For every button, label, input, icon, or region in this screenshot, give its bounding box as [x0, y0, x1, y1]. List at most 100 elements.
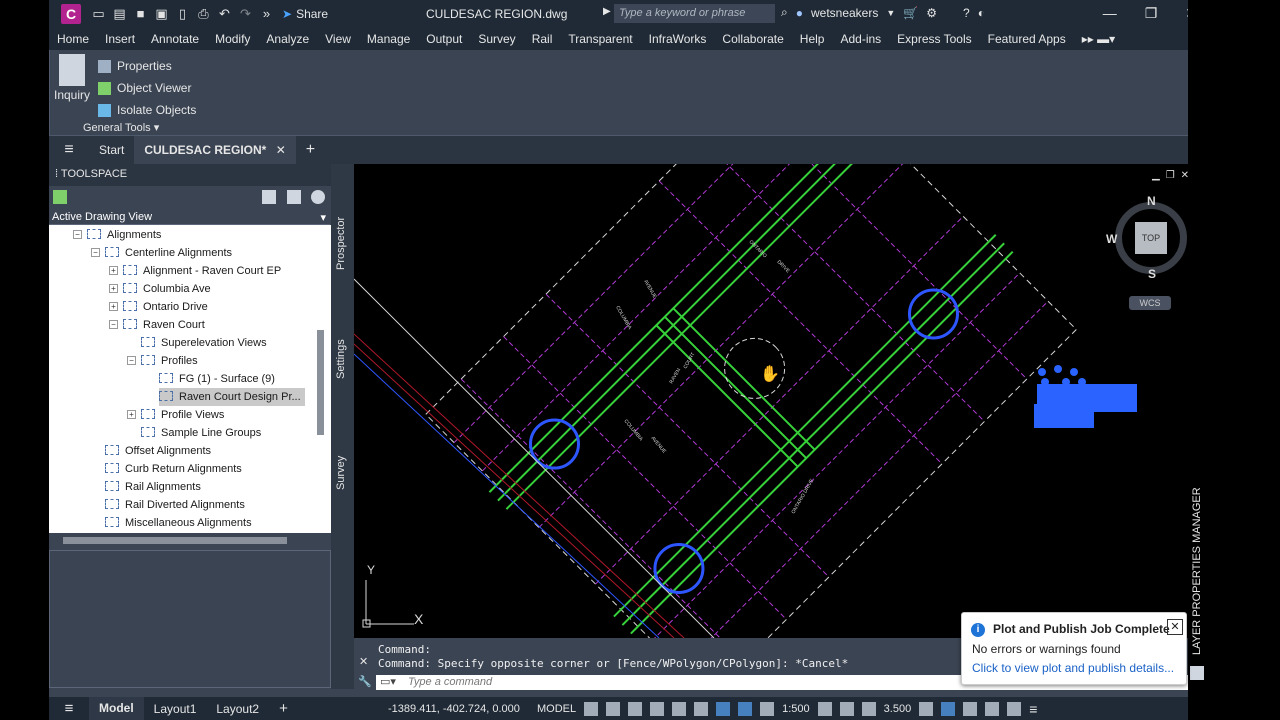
ribbon-overflow-icon[interactable]: ▸▸ ▬▾ — [1074, 32, 1123, 46]
toolspace-list-icon[interactable] — [287, 190, 301, 204]
app-logo[interactable]: C — [61, 3, 81, 24]
tree-horizontal-scrollbar[interactable] — [63, 537, 287, 544]
ribbon-tab[interactable]: Annotate — [143, 32, 207, 46]
drawing-viewport[interactable]: ONTARIO DRIVE COLUMBIA AVENUE RAVEN COUR… — [354, 164, 1207, 638]
open-folder-icon[interactable]: ▤ — [112, 6, 127, 21]
object-snap-tracking-icon[interactable] — [694, 702, 709, 716]
compass-south[interactable]: S — [1148, 267, 1156, 281]
polar-icon[interactable] — [650, 702, 665, 716]
selection-cycling-icon[interactable] — [716, 702, 731, 716]
search-icon[interactable]: ⌕ — [781, 5, 788, 20]
tree-item-alignment[interactable]: Alignment - Raven Court EP — [123, 262, 281, 280]
tree-item-rail-alignments[interactable]: Rail Alignments — [105, 478, 201, 496]
customization-icon[interactable]: ≡ — [1029, 701, 1037, 717]
tree-item-alignment[interactable]: Ontario Drive — [123, 298, 208, 316]
toolspace-title[interactable]: ⁞ TOOLSPACE — [49, 164, 355, 186]
layer-properties-icon[interactable] — [1190, 666, 1204, 680]
new-file-icon[interactable]: ▭ — [91, 6, 106, 21]
workspace-icon[interactable] — [817, 702, 832, 716]
more-tools-icon[interactable]: » — [259, 6, 274, 21]
object-viewer-button[interactable]: Object Viewer — [98, 77, 196, 99]
tree-item-rail-diverted-alignments[interactable]: Rail Diverted Alignments — [105, 496, 245, 514]
collapse-toggle[interactable]: − — [127, 356, 136, 365]
tab-close-icon[interactable]: ✕ — [276, 143, 286, 157]
ribbon-tab[interactable]: Insert — [97, 32, 143, 46]
share-button[interactable]: ➤ Share — [282, 7, 328, 21]
inquiry-button[interactable]: Inquiry — [54, 54, 90, 102]
username[interactable]: wetsneakers — [811, 6, 878, 20]
autodesk-app-icon[interactable]: ⚙ — [926, 6, 937, 20]
notification-close-icon[interactable]: ✕ — [1167, 619, 1183, 635]
viewport-minimize-icon[interactable]: ▁ — [1152, 170, 1160, 181]
annotation-monitor-icon[interactable] — [839, 702, 854, 716]
plot-publish-notification[interactable]: i Plot and Publish Job Complete ✕ No err… — [961, 612, 1187, 685]
fullscreen-icon[interactable] — [1007, 702, 1022, 716]
command-input-icon[interactable]: ▭▾ — [380, 675, 396, 690]
ribbon-tab[interactable]: Collaborate — [714, 32, 791, 46]
annotation-visibility-icon[interactable] — [738, 702, 753, 716]
undo-icon[interactable]: ↶ — [217, 6, 232, 21]
redo-icon[interactable]: ↷ — [238, 6, 253, 21]
tree-item-alignment[interactable]: Raven Court — [123, 316, 205, 334]
user-icon[interactable]: ● — [796, 6, 803, 20]
collapse-toggle[interactable]: − — [73, 230, 82, 239]
ribbon-tab[interactable]: Rail — [524, 32, 561, 46]
tab-culdesac-region[interactable]: CULDESAC REGION* ✕ — [134, 136, 296, 164]
tab-layout1[interactable]: Layout1 — [144, 702, 207, 716]
compass-north[interactable]: N — [1147, 194, 1156, 208]
new-tab-icon[interactable]: + — [296, 136, 325, 164]
tree-item-sample-line-groups[interactable]: Sample Line Groups — [141, 424, 261, 442]
ribbon-tab[interactable]: Manage — [359, 32, 418, 46]
keyword-search-input[interactable]: Type a keyword or phrase — [614, 4, 775, 23]
save-icon[interactable]: ■ — [133, 6, 148, 21]
tree-item-profile-selected[interactable]: Raven Court Design Pr... — [159, 388, 305, 406]
tree-item-centerline-alignments[interactable]: Centerline Alignments — [105, 244, 232, 262]
compass-west[interactable]: W — [1106, 232, 1117, 246]
tab-settings[interactable]: Settings — [335, 339, 347, 379]
ortho-icon[interactable] — [628, 702, 643, 716]
isolate-objects-icon[interactable] — [919, 702, 934, 716]
expand-toggle[interactable]: + — [109, 266, 118, 275]
snap-icon[interactable] — [606, 702, 621, 716]
help-icon[interactable]: ? — [963, 6, 970, 20]
plot-status-icon[interactable] — [985, 702, 1000, 716]
expand-toggle[interactable]: + — [109, 284, 118, 293]
general-tools-panel-title[interactable]: General Tools ▾ — [83, 121, 159, 134]
ribbon-tab[interactable]: Home — [49, 32, 97, 46]
save-as-icon[interactable]: ▣ — [154, 6, 169, 21]
command-customize-icon[interactable]: 🔧 — [358, 675, 372, 688]
plot-details-link[interactable]: Click to view plot and publish details..… — [972, 661, 1174, 675]
tree-item-superelevation-views[interactable]: Superelevation Views — [141, 334, 267, 352]
tree-item-profile-views[interactable]: Profile Views — [141, 406, 224, 424]
clean-screen-icon[interactable] — [963, 702, 978, 716]
viewcube[interactable]: TOP N S W WCS — [1106, 194, 1191, 310]
viewport-restore-icon[interactable]: ❐ — [1166, 170, 1175, 181]
elevation-value[interactable]: 3.500 — [884, 703, 912, 715]
tree-item-offset-alignments[interactable]: Offset Alignments — [105, 442, 211, 460]
tab-layout2[interactable]: Layout2 — [206, 702, 269, 716]
ribbon-tab[interactable]: Help — [792, 32, 833, 46]
tree-item-alignments[interactable]: Alignments — [87, 226, 161, 244]
viewcube-top-face[interactable]: TOP — [1135, 222, 1167, 254]
ribbon-tab[interactable]: InfraWorks — [641, 32, 715, 46]
tree-item-curb-return-alignments[interactable]: Curb Return Alignments — [105, 460, 242, 478]
tree-item-alignment[interactable]: Columbia Ave — [123, 280, 211, 298]
tab-start[interactable]: Start — [89, 136, 134, 164]
tab-survey[interactable]: Survey — [335, 456, 347, 490]
ribbon-tab[interactable]: Transparent — [560, 32, 640, 46]
maximize-icon[interactable]: ❐ — [1145, 5, 1158, 22]
model-space-toggle[interactable]: MODEL — [537, 703, 576, 715]
status-menu-icon[interactable]: ≡ — [49, 700, 89, 717]
active-drawing-view-select[interactable]: Active Drawing View ▾ — [49, 211, 330, 225]
toolspace-view-icon[interactable] — [53, 190, 67, 204]
ribbon-tab[interactable]: Modify — [207, 32, 258, 46]
isolate-objects-button[interactable]: Isolate Objects — [98, 99, 196, 121]
ribbon-tab[interactable]: Analyze — [258, 32, 317, 46]
ribbon-tab[interactable]: Express Tools — [889, 32, 979, 46]
grid-icon[interactable] — [584, 702, 599, 716]
auto-scale-icon[interactable] — [760, 702, 775, 716]
wcs-menu[interactable]: WCS — [1129, 296, 1171, 310]
tab-prospector[interactable]: Prospector — [335, 217, 347, 270]
ribbon-tab[interactable]: Survey — [470, 32, 523, 46]
tree-vertical-scrollbar[interactable] — [317, 330, 324, 435]
